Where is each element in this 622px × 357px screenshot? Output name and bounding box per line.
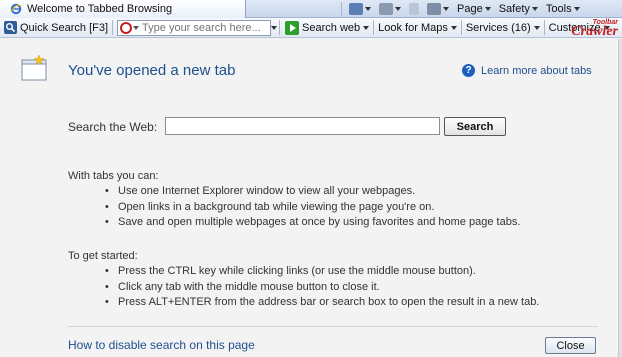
feeds-button[interactable] [375,0,405,18]
new-tab-page: You've opened a new tab ? Learn more abo… [0,39,618,357]
mail-icon [409,3,419,15]
divider [68,326,598,327]
chevron-down-icon [363,25,370,30]
list-item: Save and open multiple webpages at once … [105,215,520,231]
read-mail-button[interactable] [405,0,423,18]
safety-menu-button[interactable]: Safety [495,0,542,18]
chevron-down-icon [271,25,278,30]
quick-search-button[interactable]: Quick Search [F3] [0,18,112,38]
separator [112,20,114,35]
search-web-button[interactable]: Search web [280,18,373,38]
chevron-down-icon [533,25,540,30]
home-icon [349,3,363,15]
list-item: Press the CTRL key while clicking links … [105,264,539,280]
list-item: Use one Internet Explorer window to view… [105,184,520,200]
close-button[interactable]: Close [545,337,596,354]
page-menu-button[interactable]: Page [453,0,495,18]
tab-welcome[interactable]: Welcome to Tabbed Browsing [0,0,246,18]
tools-menu-button[interactable]: Tools [542,0,584,18]
magnifier-icon [4,21,17,34]
internet-explorer-icon [10,3,22,15]
page-title: You've opened a new tab [68,62,236,79]
print-button[interactable] [423,0,453,18]
separator [341,2,342,16]
go-arrow-icon [285,20,300,35]
chevron-down-icon [395,7,401,11]
list-item: Press ALT+ENTER from the address bar or … [105,295,539,311]
crawler-toolbar-logo[interactable]: Toolbar Crawler [571,19,618,39]
chevron-down-icon [484,7,491,11]
chevron-down-icon [450,25,457,30]
printer-icon [427,3,441,15]
chevron-down-icon [573,7,580,11]
learn-more-link[interactable]: ? Learn more about tabs [462,64,592,77]
crawler-c-icon [120,21,133,34]
get-started-list: Press the CTRL key while clicking links … [105,264,539,311]
web-search-input[interactable] [165,117,440,135]
look-for-maps-button[interactable]: Look for Maps [374,18,461,38]
disable-search-link[interactable]: How to disable search on this page [68,338,255,352]
command-bar: Welcome to Tabbed Browsing Page Safety T… [0,0,622,18]
search-web-label: Search the Web: [68,120,158,134]
help-icon: ? [462,64,475,77]
chevron-down-icon [365,7,371,11]
crawler-toolbar: Quick Search [F3] Search web Look for Ma… [0,18,622,38]
home-button[interactable] [345,0,375,18]
get-started-heading: To get started: [68,250,138,262]
with-tabs-list: Use one Internet Explorer window to view… [105,184,520,231]
with-tabs-heading: With tabs you can: [68,170,159,182]
chevron-down-icon [531,7,538,11]
list-item: Click any tab with the middle mouse butt… [105,280,539,296]
scrollbar[interactable] [618,39,622,357]
toolbar-search-box [117,19,272,36]
search-dropdown-button[interactable] [269,18,279,38]
list-item: Open links in a background tab while vie… [105,200,520,216]
search-button[interactable]: Search [444,117,506,136]
services-button[interactable]: Services (16) [462,18,544,38]
toolbar-search-input[interactable] [139,20,264,35]
chevron-down-icon [443,7,449,11]
new-tab-icon [21,54,47,81]
tab-title: Welcome to Tabbed Browsing [27,3,173,15]
rss-feed-icon [379,3,393,15]
